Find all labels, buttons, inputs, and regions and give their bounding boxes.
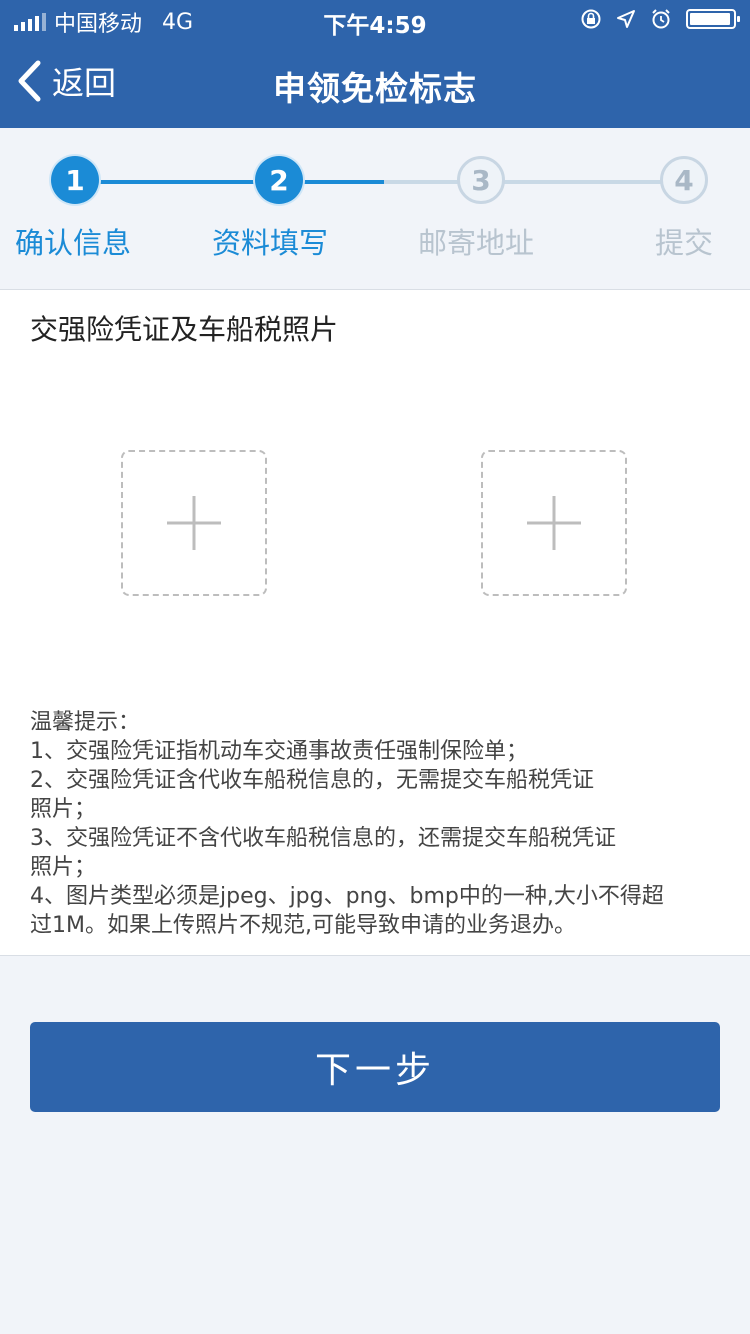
- status-bar: 中国移动 4G 下午4:59: [0, 0, 750, 40]
- tips-line: 照片；: [30, 855, 97, 880]
- step-3-circle: 3: [457, 156, 505, 204]
- step-2-circle: 2: [255, 156, 303, 204]
- step-connector-1: [98, 180, 278, 184]
- step-1-label: 确认信息: [15, 226, 132, 260]
- progress-steps: 1 2 3 4 确认信息 资料填写 邮寄地址 提交: [0, 128, 750, 288]
- tips-line: 4、图片类型必须是jpeg、jpg、png、bmp中的一种,大小不得超: [30, 884, 664, 909]
- next-step-button[interactable]: 下一步: [30, 1022, 720, 1112]
- tips-line: 2、交强险凭证含代收车船税信息的，无需提交车船税凭证: [30, 768, 594, 793]
- step-4-circle: 4: [660, 156, 708, 204]
- step-1-circle: 1: [51, 156, 99, 204]
- upload-slot-1[interactable]: [121, 450, 267, 596]
- status-right: [580, 8, 740, 30]
- plus-icon: [527, 496, 581, 550]
- tips-heading: 温馨提示：: [30, 710, 141, 735]
- nav-bar: 返回 申领免检标志: [0, 40, 750, 128]
- upload-slot-2[interactable]: [481, 450, 627, 596]
- top-bar: 中国移动 4G 下午4:59 返回 申领免检标志: [0, 0, 750, 128]
- tips-line: 3、交强险凭证不含代收车船税信息的，还需提交车船税凭证: [30, 826, 616, 851]
- step-2-label: 资料填写: [212, 226, 329, 260]
- plus-icon: [167, 496, 221, 550]
- step-4-label: 提交: [655, 226, 714, 260]
- tips-block: 温馨提示： 1、交强险凭证指机动车交通事故责任强制保险单； 2、交强险凭证含代收…: [30, 708, 730, 940]
- location-icon: [617, 10, 635, 28]
- tips-line: 照片；: [30, 797, 97, 822]
- step-connector-3: [482, 180, 684, 184]
- step-3-label: 邮寄地址: [418, 226, 535, 260]
- tips-line: 1、交强险凭证指机动车交通事故责任强制保险单；: [30, 739, 528, 764]
- battery-icon: [686, 9, 740, 29]
- upload-card: 交强险凭证及车船税照片 温馨提示： 1、交强险凭证指机动车交通事故责任强制保险单…: [0, 289, 750, 956]
- tips-line: 过1M。如果上传照片不规范,可能导致申请的业务退办。: [30, 913, 576, 938]
- lock-rotation-icon: [581, 9, 601, 29]
- page-title: 申领免检标志: [273, 69, 477, 108]
- alarm-icon: [652, 9, 670, 29]
- section-title: 交强险凭证及车船税照片: [30, 313, 339, 346]
